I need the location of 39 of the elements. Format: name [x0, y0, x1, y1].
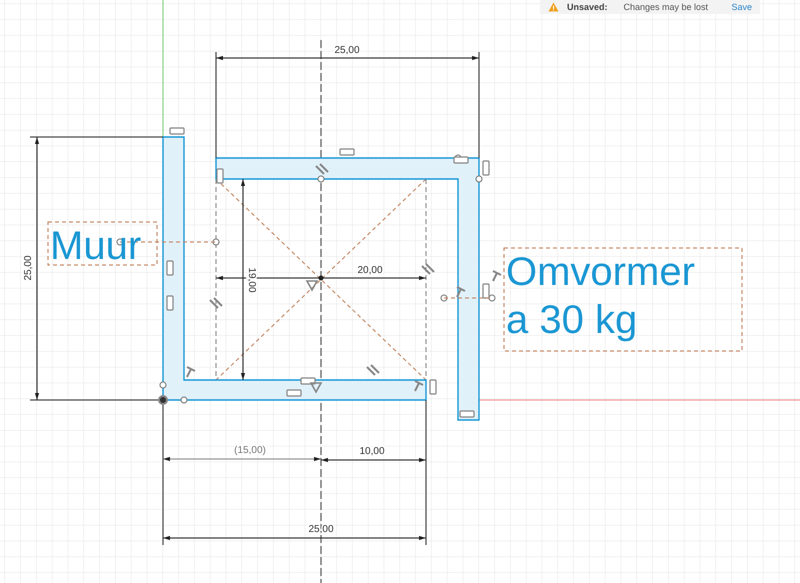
- sketch-point: [318, 176, 324, 182]
- vertical-constraint-icon: [482, 160, 490, 176]
- parallel-constraint-icon: [209, 297, 223, 309]
- status-message: Changes may be lost: [624, 1, 708, 14]
- horizontal-constraint-icon: [169, 127, 185, 135]
- midpoint-constraint-icon: [310, 382, 322, 394]
- perpendicular-constraint-icon: [492, 270, 502, 282]
- dimension-value: 25,00: [23, 255, 34, 281]
- perpendicular-constraint-icon: [414, 380, 424, 392]
- horizontal-constraint-icon: [453, 156, 469, 164]
- horizontal-constraint-icon: [339, 148, 355, 156]
- sketch-text: Omvormer a 30 kg: [504, 248, 742, 352]
- perpendicular-constraint-icon: [186, 366, 196, 378]
- parallel-constraint-icon: [366, 364, 380, 376]
- origin-point: [158, 395, 168, 405]
- sketch-point: [180, 396, 188, 404]
- sketch-point: [476, 176, 482, 182]
- sketch-point: [160, 382, 166, 388]
- dimension-value: (15,00): [234, 445, 266, 456]
- horizontal-constraint-icon: [286, 389, 302, 397]
- dimension-value: 19,00: [246, 267, 257, 293]
- parallel-constraint-icon: [315, 163, 329, 175]
- center-point: [318, 276, 324, 280]
- horizontal-constraint-icon: [300, 377, 316, 385]
- vertical-constraint-icon: [166, 295, 174, 311]
- midpoint-constraint-icon: [306, 280, 318, 292]
- vertical-constraint-icon: [482, 283, 490, 299]
- perpendicular-constraint-icon: [456, 286, 466, 298]
- dimension-value: 10,00: [359, 446, 385, 457]
- parallel-constraint-icon: [421, 263, 435, 275]
- dimension-value: 20,00: [357, 265, 383, 276]
- save-link[interactable]: Save: [731, 0, 752, 14]
- horizontal-constraint-icon: [459, 410, 475, 418]
- dimension-value: 25,00: [334, 45, 360, 56]
- sketch-text: Muur: [48, 222, 158, 268]
- vertical-constraint-icon: [166, 260, 174, 276]
- status-label: Unsaved:: [567, 1, 608, 14]
- vertical-constraint-icon: [216, 168, 224, 184]
- vertical-constraint-icon: [429, 379, 437, 395]
